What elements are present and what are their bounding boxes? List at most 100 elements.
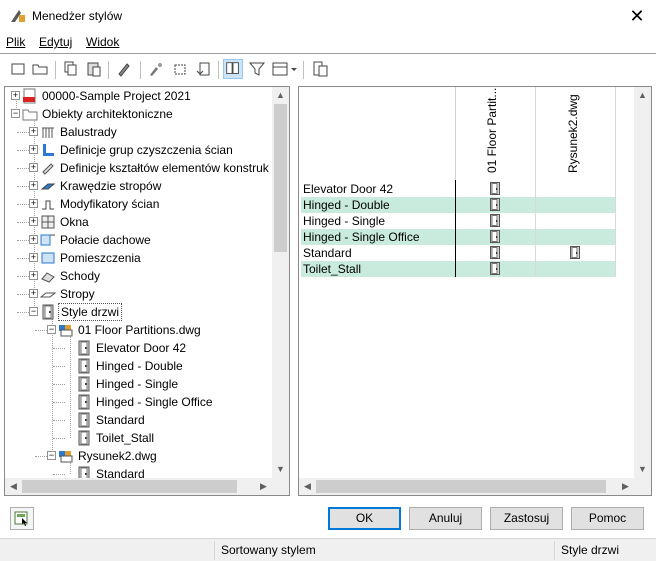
menu-bar: Plik Edytuj Widok bbox=[0, 32, 656, 52]
tree-item[interactable]: + Definicje kształtów elementów konstruk bbox=[5, 159, 272, 177]
door-style-present-icon[interactable] bbox=[490, 182, 500, 195]
matrix-row[interactable]: Standard bbox=[301, 245, 615, 261]
scroll-right-icon[interactable]: ▶ bbox=[617, 478, 634, 495]
door-style-present-icon[interactable] bbox=[490, 246, 500, 259]
expand-icon[interactable]: + bbox=[29, 271, 38, 280]
matrix-horizontal-scroll-thumb[interactable] bbox=[316, 480, 606, 493]
tree-item[interactable]: + Modyfikatory ścian bbox=[5, 195, 272, 213]
collapse-icon[interactable]: − bbox=[29, 307, 38, 316]
filter-icon[interactable] bbox=[247, 59, 267, 79]
expand-icon[interactable]: + bbox=[29, 235, 38, 244]
grid-column-header[interactable]: 01 Floor Partit... bbox=[485, 88, 499, 173]
sync-icon[interactable] bbox=[194, 59, 214, 79]
tree-horizontal-scrollbar[interactable]: ◀ ▶ bbox=[5, 478, 272, 495]
matrix-row[interactable]: Hinged - Double bbox=[301, 197, 615, 213]
tree-item[interactable]: − Style drzwi bbox=[5, 303, 272, 321]
railing-icon bbox=[40, 124, 56, 140]
scroll-down-icon[interactable]: ▼ bbox=[634, 461, 651, 478]
expand-icon[interactable]: + bbox=[29, 127, 38, 136]
matrix-row[interactable]: Hinged - Single Office bbox=[301, 229, 615, 245]
menu-view[interactable]: Widok bbox=[86, 35, 119, 49]
new-icon[interactable] bbox=[8, 59, 28, 79]
tree-item[interactable]: Elevator Door 42 bbox=[5, 339, 272, 357]
expand-icon[interactable]: + bbox=[29, 163, 38, 172]
tree-item[interactable]: + Schody bbox=[5, 267, 272, 285]
tree-item[interactable]: Hinged - Single Office bbox=[5, 393, 272, 411]
matrix-row[interactable]: Toilet_Stall bbox=[301, 261, 615, 277]
tree-connector-line bbox=[53, 348, 65, 349]
tree-connector-line bbox=[53, 384, 65, 385]
help-button[interactable]: Pomoc bbox=[571, 507, 644, 530]
scroll-left-icon[interactable]: ◀ bbox=[299, 478, 316, 495]
collapse-icon[interactable]: − bbox=[47, 325, 56, 334]
menu-file[interactable]: Plik bbox=[6, 35, 25, 49]
context-help-button[interactable] bbox=[10, 507, 34, 530]
edit-style-icon[interactable] bbox=[114, 59, 134, 79]
expand-icon[interactable]: + bbox=[11, 91, 20, 100]
scroll-left-icon[interactable]: ◀ bbox=[5, 478, 22, 495]
tree-item[interactable]: − 01 Floor Partitions.dwg bbox=[5, 321, 272, 339]
door-style-present-icon[interactable] bbox=[490, 214, 500, 227]
matrix-vertical-scrollbar[interactable]: ▲ ▼ bbox=[634, 87, 651, 478]
door-style-present-icon[interactable] bbox=[490, 198, 500, 211]
tree-item[interactable]: − Obiekty architektoniczne bbox=[5, 105, 272, 123]
expand-icon[interactable]: + bbox=[29, 253, 38, 262]
style-matrix-pane[interactable]: 01 Floor Partit... Rysunek2.dwg Elevator… bbox=[298, 86, 652, 496]
ok-button[interactable]: OK bbox=[328, 507, 401, 530]
tree-vertical-scrollbar[interactable]: ▲ ▼ bbox=[272, 87, 289, 478]
stair-icon bbox=[40, 268, 56, 284]
toggle-view-icon[interactable] bbox=[223, 59, 243, 79]
purge-icon[interactable] bbox=[146, 59, 166, 79]
tree-item-label: Standard bbox=[96, 413, 145, 427]
matrix-horizontal-scrollbar[interactable]: ◀ ▶ bbox=[299, 478, 634, 495]
export-icon[interactable] bbox=[310, 59, 330, 79]
menu-edit[interactable]: Edytuj bbox=[39, 35, 72, 49]
matrix-row-label: Toilet_Stall bbox=[303, 262, 362, 276]
style-tree-pane[interactable]: +00000-Sample Project 2021 − Obiekty archi… bbox=[4, 86, 290, 496]
expand-icon[interactable]: + bbox=[29, 217, 38, 226]
scroll-up-icon[interactable]: ▲ bbox=[634, 87, 651, 104]
expand-icon[interactable]: + bbox=[29, 199, 38, 208]
matrix-row[interactable]: Hinged - Single bbox=[301, 213, 615, 229]
matrix-row[interactable]: Elevator Door 42 bbox=[301, 181, 615, 197]
apply-button[interactable]: Zastosuj bbox=[490, 507, 563, 530]
tree-item[interactable]: Toilet_Stall bbox=[5, 429, 272, 447]
door-style-present-icon[interactable] bbox=[490, 230, 500, 243]
tree-vertical-scroll-thumb[interactable] bbox=[274, 104, 287, 252]
door-style-present-icon[interactable] bbox=[490, 262, 500, 275]
tree-item[interactable]: + Stropy bbox=[5, 285, 272, 303]
tree-item[interactable]: + Pomieszczenia bbox=[5, 249, 272, 267]
tree-item[interactable]: + Okna bbox=[5, 213, 272, 231]
expand-icon[interactable]: + bbox=[29, 145, 38, 154]
collapse-icon[interactable]: − bbox=[47, 451, 56, 460]
open-icon[interactable] bbox=[30, 59, 50, 79]
expand-icon[interactable]: + bbox=[29, 181, 38, 190]
tree-item[interactable]: Standard bbox=[5, 411, 272, 429]
tree-item[interactable]: + Balustrady bbox=[5, 123, 272, 141]
tree-horizontal-scroll-thumb[interactable] bbox=[22, 480, 237, 493]
cancel-button[interactable]: Anuluj bbox=[409, 507, 482, 530]
tree-item[interactable]: + Połacie dachowe bbox=[5, 231, 272, 249]
copy-icon[interactable] bbox=[60, 59, 80, 79]
collapse-icon[interactable]: − bbox=[11, 109, 20, 118]
set-from-icon[interactable] bbox=[170, 59, 190, 79]
door-style-present-icon[interactable] bbox=[570, 246, 580, 259]
scroll-down-icon[interactable]: ▼ bbox=[272, 461, 289, 478]
scroll-up-icon[interactable]: ▲ bbox=[272, 87, 289, 104]
expand-icon[interactable]: + bbox=[29, 289, 38, 298]
tree-item[interactable]: − Rysunek2.dwg bbox=[5, 447, 272, 465]
scroll-right-icon[interactable]: ▶ bbox=[255, 478, 272, 495]
matrix-row-label: Standard bbox=[303, 246, 352, 260]
door-icon bbox=[76, 412, 92, 428]
view-mode-dropdown-icon[interactable] bbox=[270, 59, 298, 79]
paste-icon[interactable] bbox=[84, 59, 104, 79]
tree-item[interactable]: + Krawędzie stropów bbox=[5, 177, 272, 195]
tree-item[interactable]: + Definicje grup czyszczenia ścian bbox=[5, 141, 272, 159]
grid-column-header[interactable]: Rysunek2.dwg bbox=[566, 94, 580, 173]
tree-item[interactable]: Hinged - Double bbox=[5, 357, 272, 375]
close-button[interactable]: ✕ bbox=[620, 2, 654, 30]
tree-item[interactable]: Hinged - Single bbox=[5, 375, 272, 393]
tree-item-label: Modyfikatory ścian bbox=[60, 197, 160, 211]
tree-item[interactable]: +00000-Sample Project 2021 bbox=[5, 87, 272, 105]
tree-item-label: Hinged - Single Office bbox=[96, 395, 213, 409]
